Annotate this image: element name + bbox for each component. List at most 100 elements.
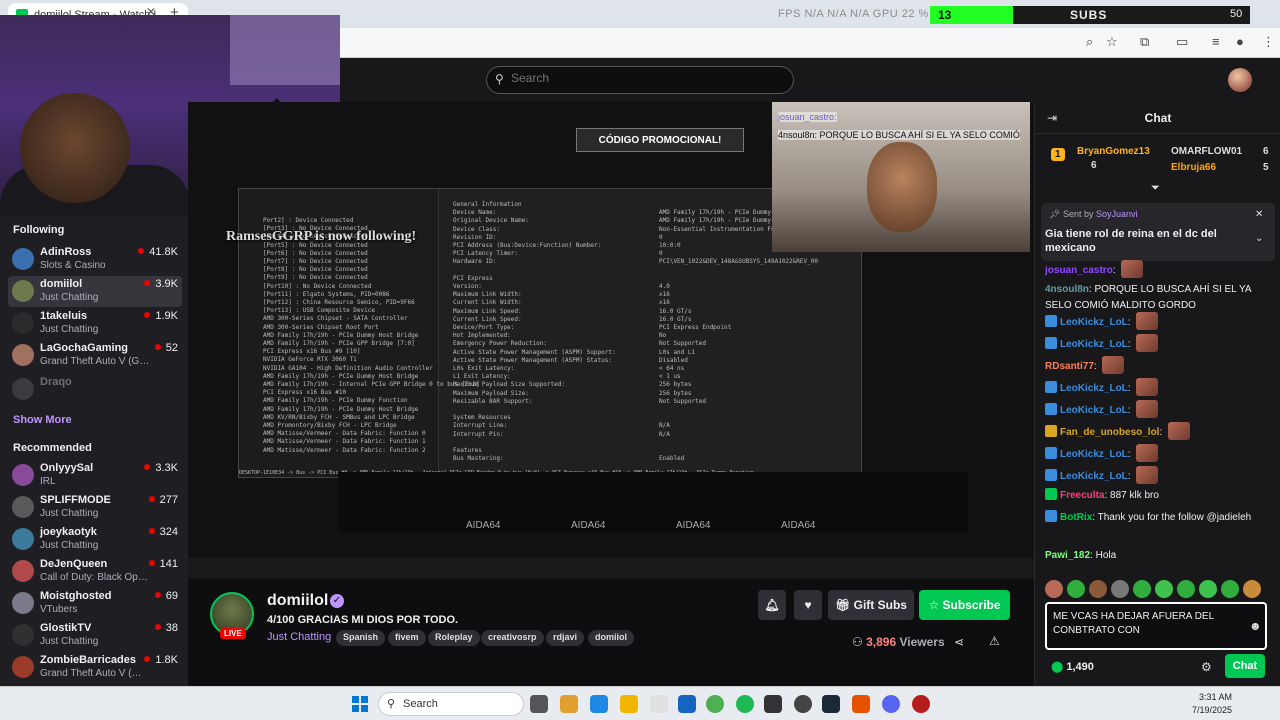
browser-menu-icon[interactable]: ⋮ <box>1262 34 1275 50</box>
chat-badge-icon[interactable] <box>1045 469 1057 481</box>
expand-leaderboard-icon[interactable]: ⏷ <box>1151 182 1160 195</box>
chat-emote[interactable] <box>1102 356 1125 374</box>
profile-icon[interactable]: ● <box>1236 34 1244 49</box>
emote[interactable] <box>1111 580 1129 598</box>
task-view-icon[interactable] <box>530 695 548 713</box>
show-more-link[interactable]: Show More <box>13 414 72 426</box>
sidebar-channel-adinross[interactable]: AdinRoss Slots & Casino 41.8K <box>8 244 182 275</box>
sidebar-channel-zombiebarricades[interactable]: ZombieBarricades Grand Theft Auto V (… 1… <box>8 652 182 683</box>
file-explorer-icon[interactable] <box>620 695 638 713</box>
bookmark-star-icon[interactable]: ☆ <box>1106 34 1118 50</box>
channel-points[interactable]: ⬤ 1,490 <box>1051 660 1094 673</box>
sidebar-channel-glostiktv[interactable]: GlostikTV Just Chatting 38 <box>8 620 182 651</box>
chat-emote[interactable] <box>1136 466 1159 484</box>
category-link[interactable]: Just Chatting <box>267 631 331 643</box>
follow-heart-button[interactable]: ♥ <box>794 590 822 620</box>
windows-start-icon[interactable] <box>352 696 368 712</box>
emote[interactable] <box>1199 580 1217 598</box>
chat-badge-icon[interactable] <box>1045 447 1057 459</box>
spotify-icon[interactable] <box>736 695 754 713</box>
search-input[interactable] <box>511 71 781 85</box>
chat-settings-gear-icon[interactable]: ⚙ <box>1201 660 1212 674</box>
chat-input-box[interactable]: ☻ <box>1045 602 1267 650</box>
tag[interactable]: domiiol <box>588 630 634 646</box>
user-avatar[interactable] <box>1228 68 1252 92</box>
chat-emote[interactable] <box>1136 378 1159 396</box>
chat-emote[interactable] <box>1136 312 1159 330</box>
sidebar-channel-1takeluis[interactable]: 1takeluis Just Chatting 1.9K <box>8 308 182 339</box>
report-icon[interactable]: ⚠ <box>989 634 1000 648</box>
sidebar-channel-domiilol[interactable]: domiilol Just Chatting 3.9K <box>8 276 182 307</box>
subscribe-button[interactable]: ☆ Subscribe <box>919 590 1010 620</box>
chat-username[interactable]: josuan_castro <box>1045 265 1113 276</box>
tag[interactable]: creativosrp <box>481 630 544 646</box>
chat-emote[interactable] <box>1168 422 1191 440</box>
chat-username[interactable]: Freeculta <box>1060 490 1104 501</box>
chat-username[interactable]: 4nsoul8n <box>1045 284 1089 295</box>
chat-send-button[interactable]: Chat <box>1225 654 1265 678</box>
chat-username[interactable]: LeoKickz_LoL <box>1060 471 1128 482</box>
pinned-by-user[interactable]: SoyJuanvi <box>1096 209 1138 219</box>
channel-name[interactable]: domiilol <box>267 592 328 610</box>
expand-pin-chevron-icon[interactable]: ⌄ <box>1255 233 1263 244</box>
chat-username[interactable]: LeoKickz_LoL <box>1060 405 1128 416</box>
chat-input[interactable] <box>1053 610 1243 644</box>
chat-badge-icon[interactable] <box>1045 315 1057 327</box>
notifications-bell-button[interactable]: 🔔︎ <box>758 590 786 620</box>
chat-emote[interactable] <box>1121 260 1144 278</box>
chat-username[interactable]: BotRix <box>1060 512 1092 523</box>
emote[interactable] <box>1177 580 1195 598</box>
leaderboard-name[interactable]: OMARFLOW01 <box>1171 146 1242 157</box>
chat-username[interactable]: LeoKickz_LoL <box>1060 449 1128 460</box>
steam-icon[interactable] <box>822 695 840 713</box>
chat-badge-icon[interactable] <box>1045 337 1057 349</box>
chrome-icon[interactable] <box>706 695 724 713</box>
chat-badge-icon[interactable] <box>1045 425 1057 437</box>
chat-username[interactable]: RDsanti77 <box>1045 361 1094 372</box>
chat-emote[interactable] <box>1136 334 1159 352</box>
chat-username[interactable]: Fan_de_unobeso_lol <box>1060 427 1159 438</box>
chat-badge-icon[interactable] <box>1045 381 1057 393</box>
emote[interactable] <box>1221 580 1239 598</box>
share-icon[interactable]: ⋖ <box>954 635 964 649</box>
sidebar-channel-moistghosted[interactable]: Moistghosted VTubers 69 <box>8 588 182 619</box>
zoom-icon[interactable]: ⌕ <box>1086 34 1093 50</box>
sidebar-channel-joeykaotyk[interactable]: joeykaotyk Just Chatting 324 <box>8 524 182 555</box>
emote[interactable] <box>1243 580 1261 598</box>
chat-emote[interactable] <box>1136 400 1159 418</box>
sidebar-channel-onlyyysal[interactable]: OnlyyySal IRL 3.3K <box>8 460 182 491</box>
taskbar-search[interactable]: ⚲ Search <box>378 692 524 716</box>
outlook-icon[interactable] <box>678 695 696 713</box>
chat-badge-icon[interactable] <box>1045 488 1057 500</box>
notepad-icon[interactable] <box>650 695 668 713</box>
leaderboard-name[interactable]: BryanGomez13 <box>1077 146 1150 157</box>
tag[interactable]: Spanish <box>336 630 386 646</box>
chat-username[interactable]: LeoKickz_LoL <box>1060 339 1128 350</box>
chat-badge-icon[interactable] <box>1045 510 1057 522</box>
sidebar-channel-draqo[interactable]: Draqo <box>8 374 182 405</box>
tag[interactable]: fivem <box>388 630 426 646</box>
stream-video-player[interactable]: Port2] : Device Connected [Port3] : No D… <box>188 102 1034 580</box>
emote-picker-icon[interactable]: ☻ <box>1249 619 1262 633</box>
sidebar-channel-lagochagaming[interactable]: LaGochaGaming Grand Theft Auto V (GTA) 5… <box>8 340 182 371</box>
emote[interactable] <box>1045 580 1063 598</box>
obs-icon[interactable] <box>794 695 812 713</box>
system-clock[interactable]: 3:31 AM 7/19/2025 <box>1192 691 1232 717</box>
chat-username[interactable]: LeoKickz_LoL <box>1060 383 1128 394</box>
edge-icon[interactable] <box>590 695 608 713</box>
emote[interactable] <box>1133 580 1151 598</box>
terminal-icon[interactable] <box>764 695 782 713</box>
tag[interactable]: rdjavi <box>546 630 585 646</box>
discord-icon[interactable] <box>882 695 900 713</box>
search-box[interactable]: ⚲ <box>486 66 794 94</box>
gift-subs-button[interactable]: 🎁︎ Gift Subs <box>828 590 914 620</box>
chat-emote[interactable] <box>1136 444 1159 462</box>
leaderboard-name[interactable]: Elbruja66 <box>1171 162 1216 173</box>
chat-username[interactable]: LeoKickz_LoL <box>1060 317 1128 328</box>
cast-icon[interactable]: ▭ <box>1176 34 1188 50</box>
tag[interactable]: Roleplay <box>428 630 480 646</box>
app-icon[interactable] <box>852 695 870 713</box>
emote[interactable] <box>1089 580 1107 598</box>
sidebar-channel-spliffmode[interactable]: SPLIFFMODE Just Chatting 277 <box>8 492 182 523</box>
emote[interactable] <box>1155 580 1173 598</box>
